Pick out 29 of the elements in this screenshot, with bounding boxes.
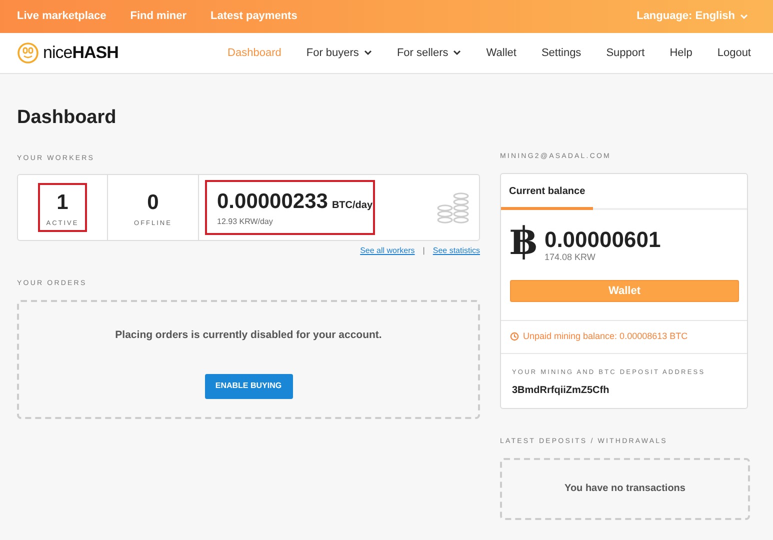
chevron-icon: [740, 14, 748, 20]
worker-count: 0: [147, 190, 159, 216]
disabled-message: Placing orders is currently disabled for your account.: [115, 328, 382, 343]
statistics-link[interactable]: See statistics: [432, 245, 480, 258]
nav-link[interactable]: For buyers: [306, 44, 372, 62]
empty-message: You have no transactions: [564, 482, 686, 496]
bitcoin-icon: ฿: [510, 222, 536, 260]
nav-link[interactable]: Settings: [541, 44, 582, 62]
link-separator: |: [422, 245, 425, 258]
nav-link[interactable]: Help: [670, 44, 692, 62]
nav-link[interactable]: For sellers: [396, 44, 462, 62]
balance-amount: 0.00000601: [544, 228, 661, 250]
balance-tab[interactable]: Current balance: [501, 174, 593, 210]
statistics-link[interactable]: See all workers: [360, 245, 415, 258]
worker-count: 1: [56, 190, 68, 216]
balance-fiat: 174.08 KRW: [544, 250, 596, 264]
logo[interactable]: niceHASH: [17, 40, 118, 66]
deposit-address: 3BmdRrfqiiZmZ5Cfh: [512, 384, 610, 398]
unpaid-balance: Unpaid mining balance: 0.00008613 BTC: [523, 330, 688, 343]
nav-link[interactable]: Logout: [717, 44, 751, 62]
rate-unit: BTC/day: [332, 199, 373, 214]
nav-link[interactable]: Support: [606, 44, 645, 62]
clock-icon: [510, 332, 519, 342]
coins-icon: [437, 190, 471, 225]
nav-link[interactable]: Wallet: [486, 44, 516, 62]
page-title: Dashboard: [17, 107, 118, 130]
enable-buying-button[interactable]: ENABLE BUYING: [204, 374, 292, 399]
rate-fiat: 12.93 KRW/day: [217, 218, 274, 226]
rate-value: 0.00000233: [217, 189, 328, 216]
